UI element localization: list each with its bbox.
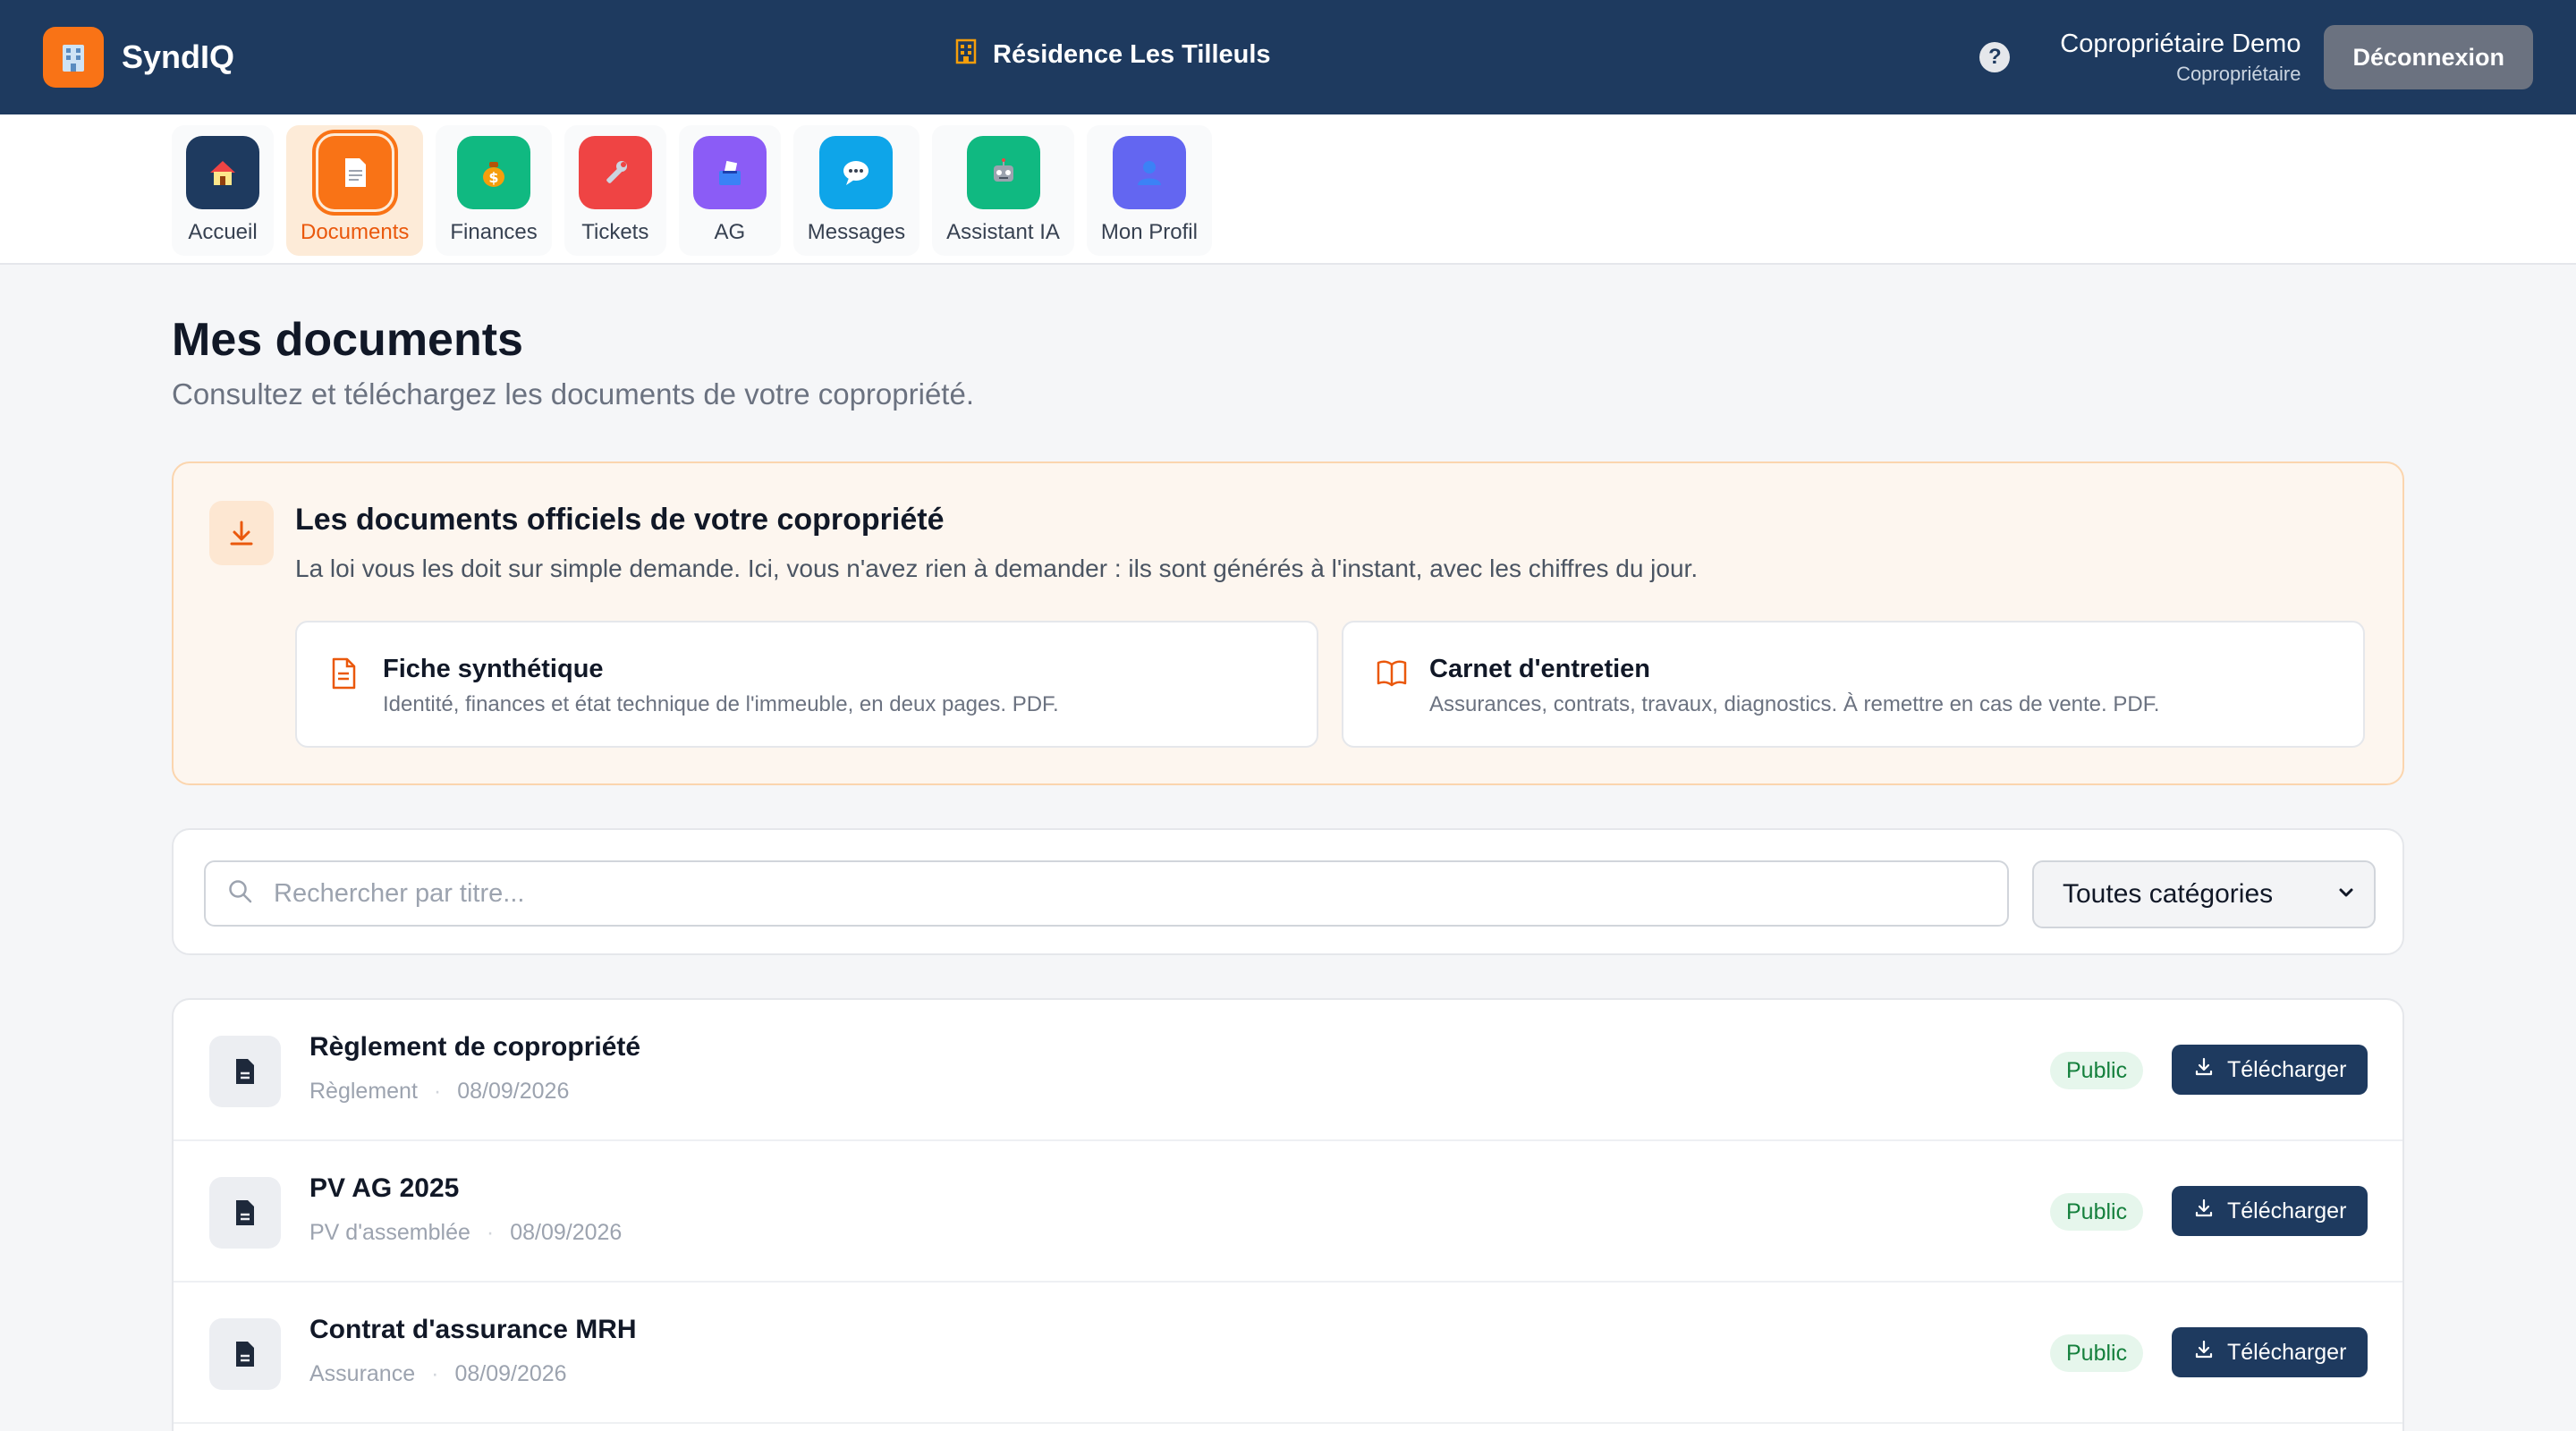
top-header: SyndIQ Résidence Les Tilleuls ? Copropri… [0, 0, 2576, 114]
money-bag-icon: $ [457, 136, 531, 209]
document-date: 08/09/2026 [457, 1079, 570, 1104]
document-icon [311, 130, 398, 216]
help-icon[interactable]: ? [1979, 42, 2011, 72]
brand-name: SyndIQ [122, 38, 235, 75]
document-category: Assurance [309, 1361, 416, 1386]
nav-label: AG [714, 220, 746, 244]
document-title: Contrat d'assurance MRH [309, 1315, 637, 1344]
download-icon [2193, 1198, 2215, 1225]
visibility-badge: Public [2050, 1334, 2144, 1372]
house-icon [186, 136, 259, 209]
file-text-icon [329, 656, 358, 695]
nav-item-assistant-ia[interactable]: Assistant IA [932, 125, 1074, 256]
search-icon [227, 878, 254, 910]
separator-dot: · [431, 1361, 439, 1386]
brand[interactable]: SyndIQ [43, 27, 234, 88]
document-meta: Assurance · 08/09/2026 [309, 1361, 567, 1387]
official-title: Les documents officiels de votre copropr… [295, 503, 945, 537]
page-title: Mes documents [172, 314, 523, 366]
search-box[interactable] [204, 860, 2009, 927]
card-title: Fiche synthétique [383, 655, 604, 683]
download-icon [209, 501, 274, 565]
download-icon [2193, 1339, 2215, 1367]
nav-label: Assistant IA [946, 220, 1060, 244]
main-nav: Accueil Documents $ Finances Tickets AG [0, 114, 2576, 265]
card-description: Assurances, contrats, travaux, diagnosti… [1429, 692, 2160, 716]
document-meta: Règlement · 08/09/2026 [309, 1079, 569, 1105]
download-icon [2193, 1056, 2215, 1084]
list-item: Règlement de copropriété Règlement · 08/… [174, 1000, 2402, 1141]
ballot-box-icon [692, 136, 767, 209]
page-subtitle: Consultez et téléchargez les documents d… [172, 377, 974, 411]
file-icon [209, 1177, 281, 1249]
user-info: Copropriétaire Demo Copropriétaire [2060, 30, 2301, 86]
nav-item-ag[interactable]: AG [678, 125, 781, 256]
nav-label: Accueil [188, 220, 258, 244]
download-button[interactable]: Télécharger [2172, 1045, 2368, 1095]
robot-icon [966, 136, 1040, 209]
visibility-badge: Public [2050, 1193, 2144, 1231]
download-label: Télécharger [2227, 1056, 2347, 1082]
nav-label: Tickets [581, 220, 649, 244]
file-icon [209, 1036, 281, 1107]
category-select[interactable]: Toutes catégories [2032, 860, 2376, 928]
documents-list: Règlement de copropriété Règlement · 08/… [172, 998, 2404, 1431]
separator-dot: · [433, 1079, 442, 1104]
speech-bubble-icon [819, 136, 894, 209]
logout-button[interactable]: Déconnexion [2324, 25, 2533, 89]
user-name: Copropriétaire Demo [2060, 29, 2301, 58]
search-input[interactable] [274, 878, 1973, 909]
visibility-badge: Public [2050, 1052, 2144, 1089]
nav-item-tickets[interactable]: Tickets [564, 125, 666, 256]
residence-name: Résidence Les Tilleuls [953, 38, 1271, 72]
document-meta: PV d'assemblée · 08/09/2026 [309, 1220, 622, 1246]
nav-item-accueil[interactable]: Accueil [172, 125, 274, 256]
search-panel: Toutes catégories [172, 828, 2404, 955]
official-description: La loi vous les doit sur simple demande.… [295, 555, 1699, 582]
card-description: Identité, finances et état technique de … [383, 692, 1059, 716]
document-date: 08/09/2026 [510, 1220, 623, 1245]
nav-label: Documents [301, 220, 410, 244]
nav-label: Finances [450, 220, 538, 244]
document-title: PV AG 2025 [309, 1173, 460, 1203]
card-title: Carnet d'entretien [1429, 655, 1650, 683]
building-logo-icon [43, 27, 104, 88]
nav-item-finances[interactable]: $ Finances [436, 125, 552, 256]
user-role: Copropriétaire [2176, 62, 2301, 85]
separator-dot: · [486, 1220, 495, 1245]
building-icon [953, 38, 979, 72]
nav-item-messages[interactable]: Messages [792, 125, 920, 256]
nav-label: Messages [807, 220, 906, 244]
document-title: Règlement de copropriété [309, 1032, 641, 1062]
fiche-synthetique-card[interactable]: Fiche synthétique Identité, finances et … [295, 621, 1318, 748]
wrench-icon [578, 136, 652, 209]
list-item: PV AG 2025 PV d'assemblée · 08/09/2026 P… [174, 1141, 2402, 1283]
download-label: Télécharger [2227, 1339, 2347, 1365]
nav-item-documents[interactable]: Documents [286, 125, 424, 256]
person-icon [1112, 136, 1186, 209]
download-button[interactable]: Télécharger [2172, 1186, 2368, 1236]
file-icon [209, 1318, 281, 1390]
document-category: PV d'assemblée [309, 1220, 470, 1245]
book-open-icon [1376, 656, 1408, 693]
download-label: Télécharger [2227, 1198, 2347, 1224]
list-item: Contrat d'assurance MRH Assurance · 08/0… [174, 1283, 2402, 1424]
official-documents-panel: Les documents officiels de votre copropr… [172, 461, 2404, 785]
category-selected-value: Toutes catégories [2063, 879, 2274, 909]
chevron-down-icon [2336, 879, 2356, 910]
carnet-entretien-card[interactable]: Carnet d'entretien Assurances, contrats,… [1342, 621, 2365, 748]
nav-item-mon-profil[interactable]: Mon Profil [1086, 125, 1212, 256]
nav-label: Mon Profil [1100, 220, 1198, 244]
document-date: 08/09/2026 [454, 1361, 567, 1386]
residence-label: Résidence Les Tilleuls [993, 39, 1271, 69]
download-button[interactable]: Télécharger [2172, 1327, 2368, 1377]
document-category: Règlement [309, 1079, 418, 1104]
svg-text:$: $ [489, 169, 499, 186]
